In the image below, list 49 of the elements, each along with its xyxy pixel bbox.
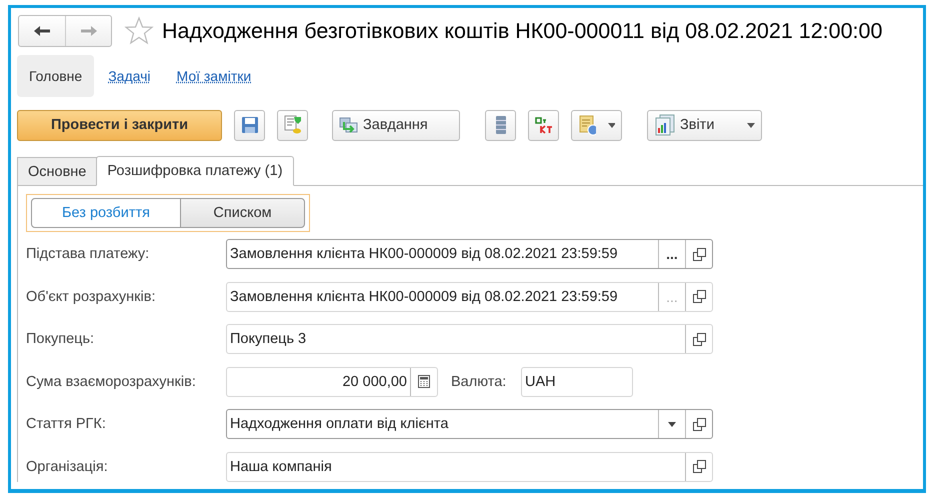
reports-button[interactable]: Звіти [647,110,762,140]
debit-credit-icon [534,115,554,135]
task-icon [339,116,359,134]
open-window-icon [692,460,706,473]
input-field[interactable]: Замовлення клієнта НК00-000009 від 08.02.2021 23:59:59 ... [226,239,713,269]
input-field[interactable]: Надходження оплати від клієнта [226,409,713,439]
toolbar-button[interactable] [485,110,516,140]
open-window-icon [692,248,706,260]
split-mode-option[interactable]: Без розбиття [31,198,181,228]
window-title: Надходження безготівкових коштів НК00-000011 від 08.02.2021 12:00:00 [162,18,882,44]
field-label: Покупець: [26,331,96,347]
choose-button[interactable]: ... [658,240,685,268]
report-chart-icon [654,114,676,136]
caret-icon [747,122,755,128]
caret-icon [668,422,676,426]
document-coins-icon [284,115,302,135]
list-icon [494,115,506,135]
input-field[interactable]: Покупець 3 [226,324,713,354]
tasks-button[interactable]: Завдання [332,110,460,140]
section-link[interactable]: Мої замітки [164,55,264,97]
split-mode-option[interactable]: Списком [180,198,305,228]
field-label: Сума взаєморозрахунків: [26,374,197,390]
section-link[interactable]: Задачі [96,55,162,97]
documents-menu-button[interactable] [571,110,622,140]
amount-field[interactable]: 20 000,00 [226,366,438,396]
input-field[interactable]: Замовлення клієнта НК00-000009 від 08.02.2021 23:59:59 ... [226,282,713,312]
field-label: Валюта: [451,374,508,390]
document-clock-icon [578,114,596,136]
field-label: Підстава платежу: [26,246,150,262]
post-and-close-button[interactable]: Провести і закрити [17,110,222,140]
field-label: Стаття РГК: [26,416,107,432]
currency-field[interactable]: UAH [521,366,633,396]
arrow-left-icon [33,25,51,37]
open-window-icon [692,332,706,346]
star-icon[interactable] [124,16,154,46]
toolbar-button[interactable] [234,110,265,140]
toolbar-button[interactable] [277,110,308,140]
section-link[interactable]: Головне [17,55,94,97]
open-window-icon [692,418,706,430]
arrow-right-icon [80,25,98,37]
caret-icon [608,122,615,128]
field-label: Об'єкт розрахунків: [26,288,156,304]
open-window-icon [692,290,706,303]
toolbar-button[interactable] [528,110,559,140]
input-field[interactable]: Наша компанія [226,452,713,482]
tab[interactable]: Розшифровка платежу (1) [96,156,294,186]
tab[interactable]: Основне [17,157,98,186]
calculator-icon [418,375,430,388]
field-label: Організація: [26,458,109,474]
